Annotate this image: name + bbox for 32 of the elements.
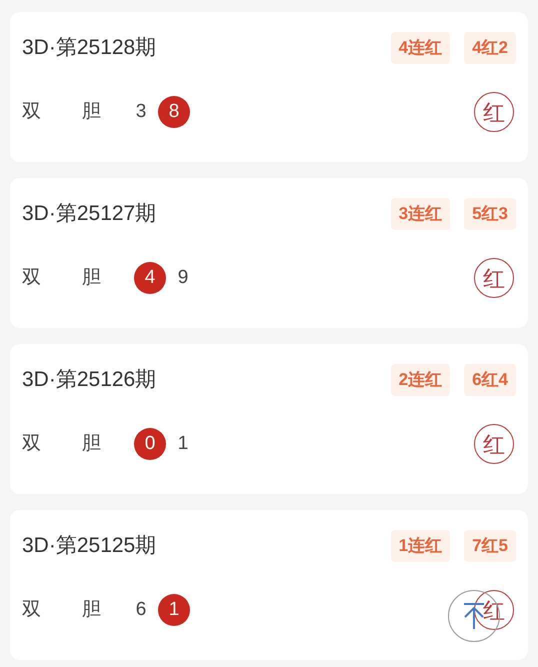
streak-tag: 4连红 [390,32,450,64]
row-label: 双 [22,432,42,456]
result-stamp: 红 [474,590,514,630]
result-stamp: 红 [474,258,514,298]
row-label: 胆 [82,432,102,456]
hit-number: 0 [134,428,166,460]
number: 1 [176,432,190,456]
issue-title: 3D·第25125期 [22,533,156,560]
number: 6 [134,598,148,622]
streak-tag: 1连红 [390,530,450,562]
result-stamp: 红 [474,92,514,132]
result-stamp: 红 [474,424,514,464]
issue-title: 3D·第25126期 [22,367,156,394]
hit-number: 1 [158,594,190,626]
row-label: 胆 [82,100,102,124]
row-label: 胆 [82,598,102,622]
number: 3 [134,100,148,124]
hit-number: 4 [134,262,166,294]
row-label: 双 [22,100,42,124]
streak-tag: 3连红 [390,198,450,230]
streak-tag: 4红2 [464,32,516,64]
issue-title: 3D·第25128期 [22,35,156,62]
row-label: 双 [22,266,42,290]
issue-title: 3D·第25127期 [22,201,156,228]
streak-tag: 7红5 [464,530,516,562]
row-label: 胆 [82,266,102,290]
row-label: 双 [22,598,42,622]
streak-tag: 5红3 [464,198,516,230]
number: 9 [176,266,190,290]
streak-tag: 6红4 [464,364,516,396]
streak-tag: 2连红 [390,364,450,396]
hit-number: 8 [158,96,190,128]
